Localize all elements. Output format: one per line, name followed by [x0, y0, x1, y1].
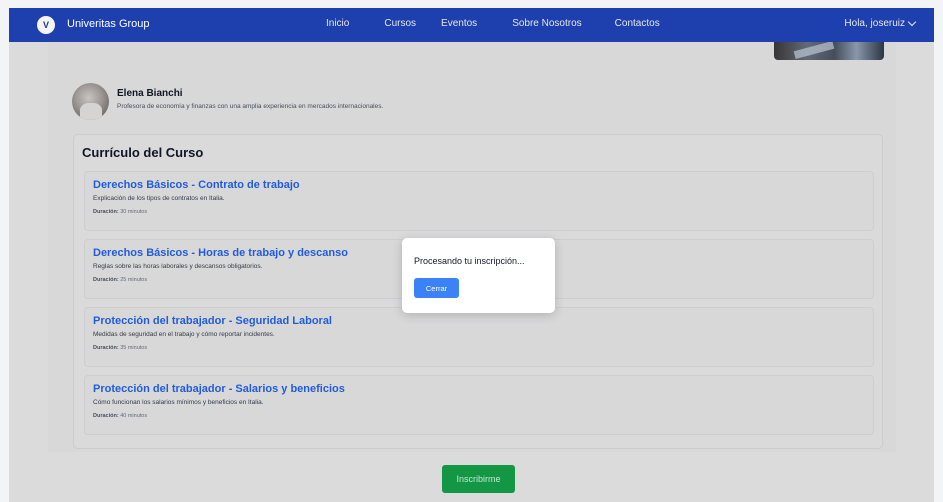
nav-link-contactos[interactable]: Contactos — [615, 18, 660, 29]
nav-link-sobre-nosotros[interactable]: Sobre Nosotros — [512, 18, 581, 29]
nav-links: Inicio Cursos Eventos Sobre Nosotros Con… — [326, 18, 660, 29]
nav-link-eventos[interactable]: Eventos — [441, 18, 477, 29]
user-greeting: Hola, joseruiz — [844, 18, 905, 29]
modal-message: Procesando tu inscripción... — [414, 256, 525, 266]
processing-modal: Procesando tu inscripción... Cerrar — [402, 238, 555, 313]
brand-name[interactable]: Univeritas Group — [67, 18, 150, 30]
user-menu[interactable]: Hola, joseruiz — [844, 17, 917, 29]
top-navbar: V Univeritas Group Inicio Cursos Eventos… — [9, 8, 934, 42]
nav-link-cursos[interactable]: Cursos — [384, 18, 416, 29]
close-button[interactable]: Cerrar — [414, 278, 459, 298]
chevron-down-icon — [907, 17, 917, 27]
logo-icon[interactable]: V — [37, 16, 55, 34]
nav-link-inicio[interactable]: Inicio — [326, 18, 349, 29]
